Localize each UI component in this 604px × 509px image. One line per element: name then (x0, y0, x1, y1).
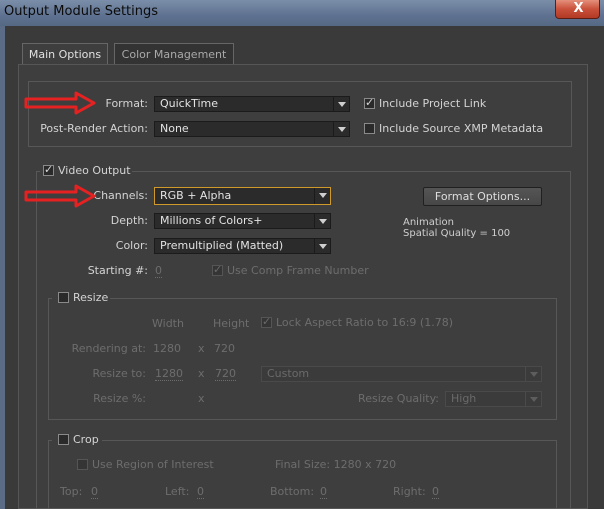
width-header: Width (152, 317, 184, 330)
video-output-checkbox[interactable] (43, 163, 54, 176)
crop-top-field[interactable]: 0 (91, 486, 98, 499)
close-icon: X (573, 1, 584, 16)
red-arrow-icon (24, 184, 96, 208)
resize-preset-value: Custom (267, 367, 310, 380)
close-button[interactable]: X (555, 0, 600, 19)
crop-bottom-field[interactable]: 0 (320, 486, 327, 499)
video-output-label: Video Output (58, 164, 131, 177)
crop-left-label: Left: (165, 485, 190, 498)
depth-label: Depth: (110, 214, 148, 227)
window-title: Output Module Settings (4, 4, 159, 19)
crop-right-field[interactable]: 0 (432, 486, 439, 499)
resize-quality-dropdown[interactable]: High (445, 391, 542, 407)
depth-value: Millions of Colors+ (160, 214, 263, 227)
starting-number-label: Starting #: (87, 264, 148, 277)
resize-preset-dropdown[interactable]: Custom (261, 366, 542, 382)
use-comp-frame-checkbox[interactable] (212, 263, 223, 276)
color-label: Color: (115, 239, 148, 252)
format-value: QuickTime (160, 97, 219, 110)
format-dropdown[interactable]: QuickTime (154, 96, 350, 112)
channels-value: RGB + Alpha (160, 189, 232, 202)
tab-color-management[interactable]: Color Management (114, 43, 234, 65)
channels-dropdown[interactable]: RGB + Alpha (154, 187, 331, 205)
resize-percent-label: Resize %: (93, 392, 146, 405)
include-xmp-label: Include Source XMP Metadata (379, 122, 544, 135)
rendering-height: 720 (214, 342, 235, 355)
resize-label: Resize (73, 291, 109, 304)
resize-to-x: x (198, 367, 205, 380)
resize-to-height-field[interactable]: 720 (215, 368, 236, 381)
crop-label: Crop (73, 433, 99, 446)
include-project-link-checkbox[interactable] (364, 96, 375, 109)
post-render-dropdown[interactable]: None (154, 121, 350, 137)
lock-aspect-label: Lock Aspect Ratio to 16:9 (1.78) (276, 316, 453, 329)
crop-top-label: Top: (60, 485, 83, 498)
final-size-text: Final Size: 1280 x 720 (275, 458, 397, 471)
title-bar: Output Module Settings (0, 0, 604, 26)
use-roi-checkbox[interactable] (77, 459, 88, 470)
chevron-down-icon (333, 122, 349, 136)
height-header: Height (213, 317, 250, 330)
rendering-at-label: Rendering at: (71, 342, 146, 355)
tab-main-options[interactable]: Main Options (22, 43, 108, 65)
include-project-link-label: Include Project Link (379, 97, 487, 110)
chevron-down-icon (333, 97, 349, 111)
color-dropdown[interactable]: Premultiplied (Matted) (154, 238, 331, 254)
resize-quality-value: High (451, 392, 477, 405)
chevron-down-icon (314, 188, 330, 204)
crop-bottom-label: Bottom: (270, 485, 315, 498)
resize-to-label: Resize to: (92, 367, 147, 380)
format-options-button[interactable]: Format Options... (423, 187, 542, 206)
crop-checkbox[interactable] (58, 434, 69, 445)
codec-info-line1: Animation (403, 217, 454, 228)
starting-number-field[interactable]: 0 (155, 265, 162, 278)
chevron-down-icon (314, 239, 330, 253)
include-xmp-checkbox[interactable] (364, 123, 375, 134)
codec-info-line2: Spatial Quality = 100 (403, 228, 511, 239)
use-roi-label: Use Region of Interest (92, 458, 214, 471)
crop-group (48, 440, 557, 509)
resize-checkbox[interactable] (58, 292, 69, 303)
use-comp-frame-label: Use Comp Frame Number (227, 264, 369, 277)
rendering-x: x (198, 342, 205, 355)
crop-left-field[interactable]: 0 (197, 486, 204, 499)
lock-aspect-checkbox[interactable] (261, 315, 272, 328)
post-render-label: Post-Render Action: (40, 122, 148, 135)
chevron-down-icon (314, 214, 330, 228)
chevron-down-icon (525, 392, 541, 406)
rendering-width: 1280 (153, 342, 181, 355)
post-render-value: None (160, 122, 189, 135)
color-value: Premultiplied (Matted) (160, 239, 284, 252)
crop-right-label: Right: (393, 485, 426, 498)
chevron-down-icon (525, 367, 541, 381)
resize-to-width-field[interactable]: 1280 (155, 368, 183, 381)
red-arrow-icon (24, 91, 96, 115)
resize-percent-x: x (198, 392, 205, 405)
resize-quality-label: Resize Quality: (358, 392, 439, 405)
format-group (28, 81, 572, 147)
depth-dropdown[interactable]: Millions of Colors+ (154, 213, 331, 229)
